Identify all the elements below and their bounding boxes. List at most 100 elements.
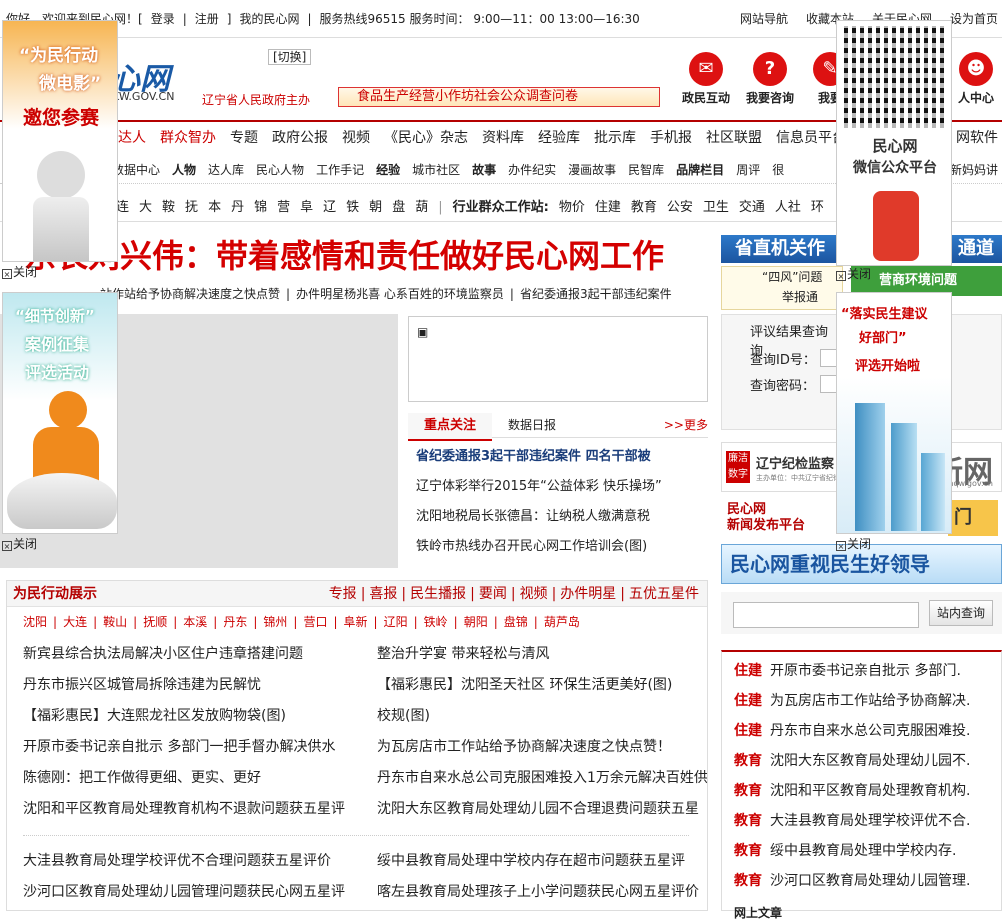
city-link[interactable]: 朝阳 bbox=[464, 615, 488, 629]
nav-item[interactable]: 视频 bbox=[342, 130, 370, 146]
list-item[interactable]: 教育 大洼县教育局处理学校评优不合. bbox=[734, 806, 996, 836]
city-link[interactable]: 葫 bbox=[415, 200, 428, 215]
list-item[interactable]: 教育 沈阳大东区教育局处理幼儿园不. bbox=[734, 746, 996, 776]
city-link[interactable]: 阜 bbox=[300, 200, 313, 215]
consult-button[interactable]: ? 我要咨询 bbox=[740, 52, 800, 106]
list-item[interactable]: 丹东市自来水总公司克服困难投入1万余元解决百姓供 bbox=[377, 763, 707, 794]
city-link[interactable]: 辽阳 bbox=[384, 615, 408, 629]
list-item[interactable]: 住建 开原市委书记亲自批示 多部门. bbox=[734, 656, 996, 686]
city-link[interactable]: 鞍 bbox=[162, 200, 175, 215]
tab-daily-data[interactable]: 数据日报 bbox=[492, 412, 572, 438]
nav-item[interactable]: 批示库 bbox=[594, 130, 636, 146]
four-winds-report[interactable]: “四风”问题 举报通 bbox=[721, 266, 843, 310]
close-ad-button[interactable]: × 关闭 bbox=[836, 537, 871, 551]
close-ad-button[interactable]: × 关闭 bbox=[2, 537, 37, 551]
nav-item[interactable]: 群众智办 bbox=[160, 130, 216, 146]
tab-item[interactable]: 五优五星件 bbox=[629, 586, 699, 602]
search-button[interactable]: 站内查询 bbox=[929, 600, 993, 626]
list-item[interactable]: 教育 沈阳和平区教育局处理教育机构. bbox=[734, 776, 996, 806]
city-link[interactable]: 抚 bbox=[185, 200, 198, 215]
nav-item[interactable]: 新妈妈讲 bbox=[950, 156, 998, 184]
industry-link[interactable]: 人社 bbox=[775, 200, 801, 215]
nav-item[interactable]: 社区联盟 bbox=[706, 130, 762, 146]
list-item[interactable]: 沈阳地税局长张德昌：让纳税人缴满意税 bbox=[408, 502, 708, 532]
nav-item[interactable]: 漫画故事 bbox=[568, 163, 616, 177]
list-item[interactable]: 【福彩惠民】沈阳圣天社区 环保生活更美好(图) bbox=[377, 670, 707, 701]
list-item[interactable]: 校规(图) bbox=[377, 701, 707, 732]
sub-headline-link[interactable]: 办件明星杨兆喜 心系百姓的环境监察员 bbox=[296, 287, 504, 301]
nav-item[interactable]: 工作手记 bbox=[316, 163, 364, 177]
my-account-link[interactable]: 我的民心网 bbox=[239, 12, 299, 26]
nav-item[interactable]: 资料库 bbox=[482, 130, 524, 146]
list-item[interactable]: 铁岭市热线办召开民心网工作培训会(图) bbox=[408, 532, 708, 562]
close-ad-button[interactable]: × 关闭 bbox=[2, 265, 37, 279]
city-link[interactable]: 盘锦 bbox=[504, 615, 528, 629]
detail-innovation-ad[interactable]: “细节创新” 案例征集 评选活动 bbox=[2, 292, 118, 534]
search-input[interactable] bbox=[733, 602, 919, 628]
city-link[interactable]: 锦州 bbox=[263, 615, 287, 629]
city-link[interactable]: 营口 bbox=[303, 615, 327, 629]
list-item[interactable]: 开原市委书记亲自批示 多部门一把手督办解决供水 bbox=[23, 732, 357, 763]
list-item[interactable]: 沈阳和平区教育局处理教育机构不退款问题获五星评 bbox=[23, 794, 357, 825]
list-item[interactable]: 陈德刚：把工作做得更细、更实、更好 bbox=[23, 763, 357, 794]
city-link[interactable]: 铁 bbox=[346, 200, 359, 215]
city-link[interactable]: 朝 bbox=[369, 200, 382, 215]
site-nav-link[interactable]: 网站导航 bbox=[740, 12, 788, 26]
nav-item[interactable]: 手机报 bbox=[650, 130, 692, 146]
industry-link[interactable]: 环 bbox=[811, 200, 824, 215]
micro-film-ad[interactable]: “为民行动 微电影” 邀您参赛 bbox=[2, 20, 118, 262]
list-item[interactable]: 住建 丹东市自来水总公司克服困难投. bbox=[734, 716, 996, 746]
tab-item[interactable]: 要闻 bbox=[479, 586, 507, 602]
list-item[interactable]: 住建 为瓦房店市工作站给予协商解决. bbox=[734, 686, 996, 716]
nav-item[interactable]: 达人库 bbox=[208, 163, 244, 177]
list-item[interactable]: 【福彩惠民】大连熙龙社区发放购物袋(图) bbox=[23, 701, 357, 732]
nav-item[interactable]: 专题 bbox=[230, 130, 258, 146]
sub-headline-link[interactable]: 省纪委通报3起干部违纪案件 bbox=[520, 287, 672, 301]
city-link[interactable]: 营 bbox=[277, 200, 290, 215]
nav-item[interactable]: 品牌栏目 bbox=[676, 163, 724, 177]
switch-button[interactable]: [切换] bbox=[268, 49, 312, 65]
tab-query[interactable]: 评议结果查询 bbox=[750, 325, 828, 340]
industry-link[interactable]: 住建 bbox=[595, 200, 621, 215]
nav-item[interactable]: 故事 bbox=[472, 163, 496, 177]
list-item[interactable]: 辽宁体彩举行2015年“公益体彩 快乐操场” bbox=[408, 472, 708, 502]
list-item[interactable]: 喀左县教育局处理孩子上小学问题获民心网五星评价 bbox=[377, 877, 707, 908]
city-link[interactable]: 辽 bbox=[323, 200, 336, 215]
nav-item[interactable]: 城市社区 bbox=[412, 163, 460, 177]
nav-item[interactable]: 达人 bbox=[118, 130, 146, 146]
city-link[interactable]: 丹东 bbox=[223, 615, 247, 629]
list-item[interactable]: 大洼县教育局处理学校评优不合理问题获五星评价 bbox=[23, 846, 357, 877]
set-homepage-link[interactable]: 设为首页 bbox=[950, 12, 998, 26]
city-link[interactable]: 葫芦岛 bbox=[544, 615, 580, 629]
nav-item[interactable]: 人物 bbox=[172, 163, 196, 177]
industry-link[interactable]: 交通 bbox=[739, 200, 765, 215]
list-item[interactable]: 新宾县综合执法局解决小区住户违章搭建问题 bbox=[23, 639, 357, 670]
sub-headline-link[interactable]: 站作站给予协商解决速度之快点赞 bbox=[100, 287, 280, 301]
nav-item[interactable]: 政府公报 bbox=[272, 130, 328, 146]
tab-item[interactable]: 视频 bbox=[520, 586, 548, 602]
city-link[interactable]: 本溪 bbox=[183, 615, 207, 629]
city-link[interactable]: 鞍山 bbox=[103, 615, 127, 629]
city-link[interactable]: 铁岭 bbox=[424, 615, 448, 629]
city-link[interactable]: 抚顺 bbox=[143, 615, 167, 629]
more-link[interactable]: >>更多 bbox=[664, 412, 708, 438]
close-ad-button[interactable]: × 关闭 bbox=[836, 267, 871, 281]
tab-item[interactable]: 专报 bbox=[329, 586, 357, 602]
survey-banner[interactable]: 食品生产经营小作坊社会公众调查问卷 bbox=[338, 87, 660, 107]
nav-item[interactable]: 经验库 bbox=[538, 130, 580, 146]
tab-focus[interactable]: 重点关注 bbox=[408, 413, 492, 441]
list-item[interactable]: 丹东市振兴区城管局拆除违建为民解忧 bbox=[23, 670, 357, 701]
user-center-button[interactable]: ☻ 人中心 bbox=[946, 52, 1002, 106]
nav-item[interactable]: 民心人物 bbox=[256, 163, 304, 177]
nav-item[interactable]: 很 bbox=[772, 163, 784, 177]
nav-item[interactable]: 办件纪实 bbox=[508, 163, 556, 177]
nav-item[interactable]: 周评 bbox=[736, 163, 760, 177]
list-footer[interactable]: 网上文章 bbox=[734, 904, 782, 921]
city-link[interactable]: 锦 bbox=[254, 200, 267, 215]
nav-item[interactable]: 民智库 bbox=[628, 163, 664, 177]
city-link[interactable]: 阜新 bbox=[344, 615, 368, 629]
list-item[interactable]: 省纪委通报3起干部违纪案件 四名干部被 bbox=[408, 442, 708, 472]
tab-item[interactable]: 民生播报 bbox=[410, 586, 466, 602]
city-link[interactable]: 沈阳 bbox=[23, 615, 47, 629]
interaction-button[interactable]: ✉ 政民互动 bbox=[676, 52, 736, 106]
